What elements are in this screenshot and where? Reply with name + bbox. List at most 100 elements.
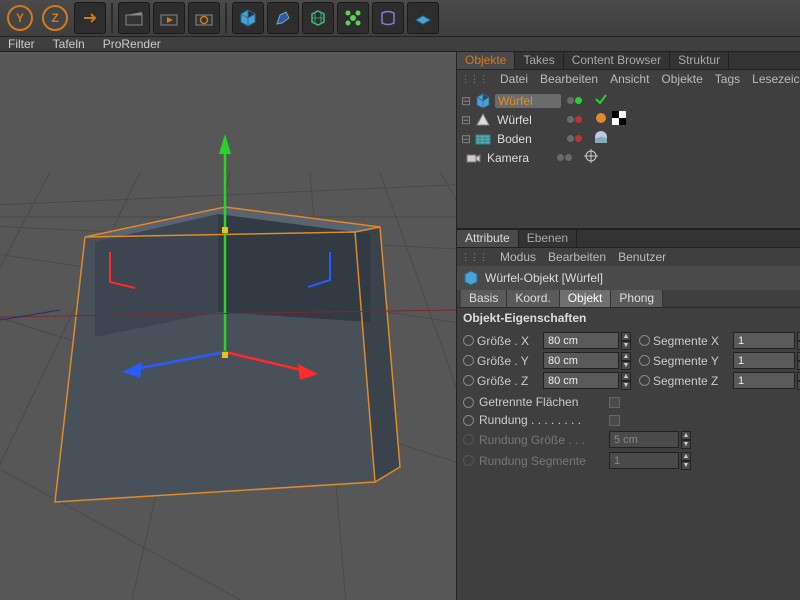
spinner[interactable]: ▲▼ — [621, 372, 631, 389]
tree-item-label[interactable]: Würfel — [495, 113, 561, 127]
subtab-objekt[interactable]: Objekt — [560, 290, 612, 307]
cube-primitive-button[interactable] — [232, 2, 264, 34]
prop-radio[interactable] — [463, 335, 474, 346]
render-button[interactable] — [118, 2, 150, 34]
deformer-button[interactable] — [372, 2, 404, 34]
viewport-tabbar: Filter Tafeln ProRender — [0, 37, 800, 52]
disabled-input — [609, 431, 679, 448]
prop-radio[interactable] — [639, 375, 650, 386]
visibility-dots[interactable] — [557, 154, 572, 161]
segments-input[interactable] — [733, 372, 795, 389]
prop-label: Rundung . . . . . . . . — [479, 413, 605, 427]
subtab-basis[interactable]: Basis — [461, 290, 507, 307]
visibility-dots[interactable] — [567, 116, 582, 123]
visibility-dots[interactable] — [567, 135, 582, 142]
objmenu-ansicht[interactable]: Ansicht — [610, 72, 649, 86]
arrow-tool-button[interactable] — [74, 2, 106, 34]
subtab-phong[interactable]: Phong — [611, 290, 663, 307]
objmenu-objekte[interactable]: Objekte — [661, 72, 702, 86]
viewbar-prorender[interactable]: ProRender — [103, 37, 161, 51]
tab-content-browser[interactable]: Content Browser — [564, 52, 670, 69]
tab-ebenen[interactable]: Ebenen — [519, 230, 577, 247]
segments-input[interactable] — [733, 332, 795, 349]
prop-radio[interactable] — [639, 335, 650, 346]
viewbar-tafeln[interactable]: Tafeln — [53, 37, 85, 51]
object-panel-menu: ⋮⋮⋮ Datei Bearbeiten Ansicht Objekte Tag… — [457, 70, 800, 88]
sphere-orange-tag[interactable] — [594, 111, 608, 128]
cube-icon — [238, 8, 258, 28]
tab-attribute[interactable]: Attribute — [457, 230, 519, 247]
section-heading: Objekt-Eigenschaften — [457, 308, 800, 328]
objmenu-lesezeichen[interactable]: Lesezeic — [752, 72, 799, 86]
spinner[interactable]: ▲▼ — [621, 352, 631, 369]
render-settings-button[interactable] — [188, 2, 220, 34]
size-input[interactable] — [543, 332, 619, 349]
sky-tag[interactable] — [594, 130, 608, 147]
spinner[interactable]: ▲▼ — [621, 332, 631, 349]
prop-label: Größe . Z — [477, 374, 541, 388]
cube-icon — [475, 93, 491, 109]
prop-radio[interactable] — [639, 355, 650, 366]
array-icon — [343, 8, 363, 28]
viewport-3d[interactable] — [0, 52, 456, 600]
checkbox[interactable] — [609, 397, 620, 408]
pyramid-icon — [475, 112, 491, 128]
camera-icon — [465, 150, 481, 166]
segments-input[interactable] — [733, 352, 795, 369]
size-input[interactable] — [543, 352, 619, 369]
viewbar-filter[interactable]: Filter — [8, 37, 35, 51]
disabled-input — [609, 452, 679, 469]
check-tag[interactable] — [594, 92, 608, 109]
prop-radio[interactable] — [463, 415, 474, 426]
tree-row[interactable]: ⊟ Würfel — [461, 91, 796, 110]
environment-button[interactable] — [407, 2, 439, 34]
render-region-button[interactable] — [153, 2, 185, 34]
prop-label: Segmente Y — [653, 354, 731, 368]
prop-radio — [463, 455, 474, 466]
tree-item-label[interactable]: Würfel — [495, 94, 561, 108]
target-tag[interactable] — [584, 149, 598, 166]
object-tree[interactable]: ⊟ Würfel⊟ Würfel⊟ Boden Kamera — [457, 88, 800, 228]
attrmenu-bearbeiten[interactable]: Bearbeiten — [548, 250, 606, 264]
axis-z-button[interactable]: Z — [39, 2, 71, 34]
tab-takes[interactable]: Takes — [515, 52, 563, 69]
prop-radio[interactable] — [463, 397, 474, 408]
objmenu-datei[interactable]: Datei — [500, 72, 528, 86]
tree-item-label[interactable]: Boden — [495, 132, 561, 146]
attribute-subtabs: Basis Koord. Objekt Phong — [457, 290, 800, 308]
size-input[interactable] — [543, 372, 619, 389]
subdivision-button[interactable] — [302, 2, 334, 34]
attrmenu-benutzer[interactable]: Benutzer — [618, 250, 666, 264]
attrmenu-modus[interactable]: Modus — [500, 250, 536, 264]
cube-icon — [463, 270, 479, 286]
viewport-scene — [0, 52, 456, 600]
objmenu-tags[interactable]: Tags — [715, 72, 740, 86]
arrow-icon — [81, 9, 99, 27]
tab-objekte[interactable]: Objekte — [457, 52, 515, 69]
clapper-gear-icon — [194, 9, 214, 27]
prop-label: Rundung Größe . . . — [479, 433, 605, 447]
clapper-icon — [124, 9, 144, 27]
prop-radio[interactable] — [463, 355, 474, 366]
tree-row[interactable]: Kamera — [461, 148, 796, 167]
tree-row[interactable]: ⊟ Boden — [461, 129, 796, 148]
prop-label: Segmente X — [653, 334, 731, 348]
attribute-panel-menu: ⋮⋮⋮ Modus Bearbeiten Benutzer — [457, 248, 800, 266]
object-panel-tabs: Objekte Takes Content Browser Struktur — [457, 52, 800, 70]
tree-row[interactable]: ⊟ Würfel — [461, 110, 796, 129]
spinner: ▲▼ — [681, 452, 691, 469]
pen-icon — [273, 8, 293, 28]
visibility-dots[interactable] — [567, 97, 582, 104]
tab-struktur[interactable]: Struktur — [670, 52, 729, 69]
subtab-koord[interactable]: Koord. — [507, 290, 559, 307]
array-button[interactable] — [337, 2, 369, 34]
prop-radio[interactable] — [463, 375, 474, 386]
prop-label: Größe . X — [477, 334, 541, 348]
objmenu-bearbeiten[interactable]: Bearbeiten — [540, 72, 598, 86]
checkbox[interactable] — [609, 415, 620, 426]
pen-tool-button[interactable] — [267, 2, 299, 34]
tree-item-label[interactable]: Kamera — [485, 151, 551, 165]
subdiv-cube-icon — [308, 8, 328, 28]
checker-tag[interactable] — [612, 111, 626, 128]
axis-y-button[interactable]: Y — [4, 2, 36, 34]
